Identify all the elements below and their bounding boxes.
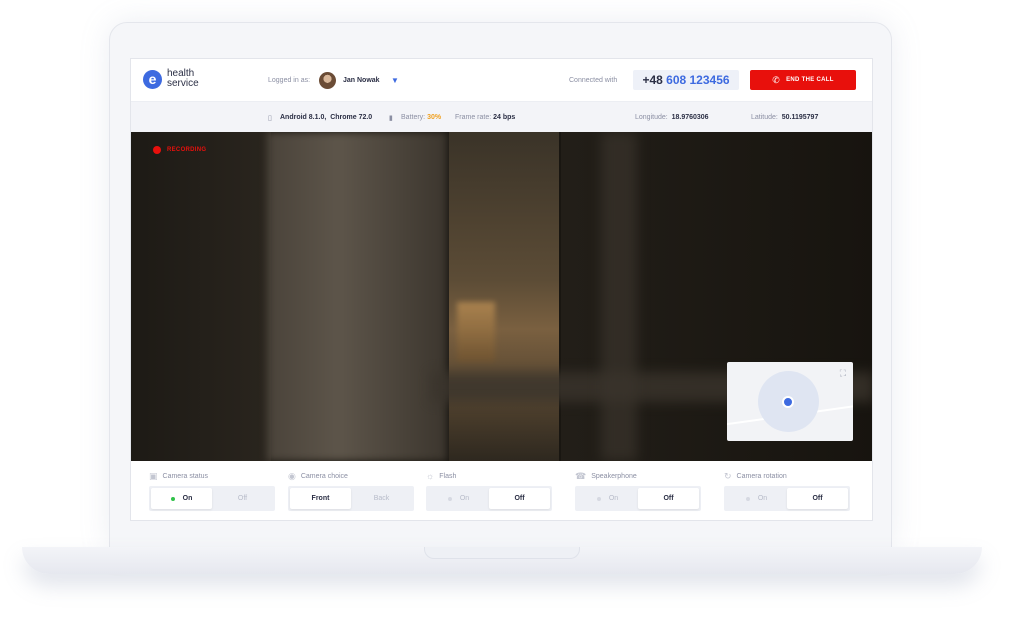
latitude-value: 50.1195797 xyxy=(781,114,819,121)
video-dark-left xyxy=(131,132,271,461)
camera-status-on-option[interactable]: On xyxy=(151,488,212,509)
camera-status-toggle: On Off xyxy=(149,486,275,511)
logged-in-label: Logged in as: xyxy=(268,77,311,84)
control-label-text: Speakerphone xyxy=(591,473,637,480)
option-label: Off xyxy=(663,495,674,502)
status-led xyxy=(745,496,750,501)
connected-with-label: Connected with xyxy=(569,77,618,84)
logo-line-2: service xyxy=(167,78,199,89)
flash-toggle: On Off xyxy=(426,486,552,511)
video-feed[interactable]: RECORDING ⛶ xyxy=(131,132,872,461)
logo-text: health service xyxy=(167,69,199,89)
video-blur-pillar xyxy=(267,132,447,461)
chevron-down-icon[interactable]: ▼ xyxy=(391,76,399,85)
camera-icon: ▣ xyxy=(149,471,158,481)
phone-prefix: +48 xyxy=(642,73,663,87)
logo[interactable]: e health service xyxy=(143,69,199,89)
device-info-bar: ▯ Android 8.1.0, Chrome 72.0 ▮ Battery: … xyxy=(131,102,872,132)
option-label: On xyxy=(182,495,193,502)
option-label: Back xyxy=(373,495,390,502)
option-label: Off xyxy=(812,495,823,502)
control-label: ◉ Camera choice xyxy=(288,471,348,482)
camera-switch-icon: ◉ xyxy=(288,471,296,481)
control-label-text: Camera choice xyxy=(300,473,348,480)
camera-controls: ▣ Camera status On Off ◉ Camera choice F… xyxy=(131,461,872,520)
location-pin-icon xyxy=(782,396,794,408)
phone-hangup-icon: ✆ xyxy=(772,74,781,85)
status-led xyxy=(596,496,601,501)
avatar[interactable] xyxy=(319,72,336,89)
logo-icon: e xyxy=(143,69,162,89)
longitude-value: 18.9760306 xyxy=(671,114,709,121)
laptop-notch xyxy=(424,547,580,559)
speaker-icon: ☎ xyxy=(575,471,587,481)
user-name[interactable]: Jan Nowak xyxy=(343,77,380,84)
battery-icon: ▮ xyxy=(389,115,393,122)
laptop-mockup: e health service Logged in as: Jan Nowak… xyxy=(0,0,1024,617)
speakerphone-toggle: On Off xyxy=(575,486,701,511)
device-icon: ▯ xyxy=(268,115,272,122)
camera-choice-toggle: Front Back xyxy=(288,486,414,511)
flash-icon: ☼ xyxy=(426,471,435,481)
device-info: Android 8.1.0, Chrome 72.0 xyxy=(280,114,372,121)
option-label: On xyxy=(459,495,470,502)
camera-rotation-off-option[interactable]: Off xyxy=(787,488,848,509)
latitude-info: Latitude: 50.1195797 xyxy=(751,114,818,121)
control-label: ☼ Flash xyxy=(426,471,456,481)
app-screen: e health service Logged in as: Jan Nowak… xyxy=(130,58,873,521)
expand-icon[interactable]: ⛶ xyxy=(840,368,846,379)
end-call-button[interactable]: ✆ END THE CALL xyxy=(750,70,856,90)
camera-status-off-option[interactable]: Off xyxy=(212,488,273,509)
control-label-text: Camera status xyxy=(162,473,209,480)
control-label: ☎ Speakerphone xyxy=(575,471,637,482)
longitude-label: Longitude: xyxy=(635,114,668,121)
speakerphone-on-option[interactable]: On xyxy=(577,488,638,509)
longitude-info: Longitude: 18.9760306 xyxy=(635,114,709,121)
battery-info: Battery: 30% xyxy=(401,114,441,121)
battery-value: 30% xyxy=(427,114,442,121)
phone-number: 608 123456 xyxy=(666,73,730,87)
android-version: Android 8.1.0, xyxy=(280,114,327,121)
rotate-icon: ↻ xyxy=(724,471,732,481)
recording-label: RECORDING xyxy=(167,147,207,153)
option-label: Front xyxy=(311,495,330,502)
speakerphone-off-option[interactable]: Off xyxy=(638,488,699,509)
camera-back-option[interactable]: Back xyxy=(351,488,412,509)
app-header: e health service Logged in as: Jan Nowak… xyxy=(131,59,872,102)
frame-rate-label: Frame rate: xyxy=(455,114,492,121)
option-label: Off xyxy=(237,495,248,502)
control-label-text: Camera rotation xyxy=(736,473,787,480)
flash-off-option[interactable]: Off xyxy=(489,488,550,509)
option-label: Off xyxy=(514,495,525,502)
control-label-text: Flash xyxy=(439,472,457,480)
camera-rotation-on-option[interactable]: On xyxy=(726,488,787,509)
frame-rate-info: Frame rate: 24 bps xyxy=(455,114,515,121)
video-window-bar-v xyxy=(601,132,637,461)
option-label: On xyxy=(608,495,619,502)
control-label: ↻ Camera rotation xyxy=(724,471,787,482)
camera-front-option[interactable]: Front xyxy=(290,488,351,509)
recording-dot-icon xyxy=(153,146,161,154)
end-call-label: END THE CALL xyxy=(786,77,834,83)
video-light-patch xyxy=(457,302,495,362)
option-label: On xyxy=(757,495,768,502)
battery-label: Battery: xyxy=(401,114,426,121)
status-led xyxy=(170,496,175,501)
video-doorway xyxy=(449,132,559,461)
control-label: ▣ Camera status xyxy=(149,471,208,482)
phone-number-display: +48 608 123456 xyxy=(633,70,739,90)
flash-on-option[interactable]: On xyxy=(428,488,489,509)
camera-rotation-toggle: On Off xyxy=(724,486,850,511)
recording-indicator: RECORDING xyxy=(153,146,206,154)
status-led xyxy=(447,496,452,501)
latitude-label: Latitude: xyxy=(751,114,778,121)
browser-version: Chrome 72.0 xyxy=(330,114,373,121)
location-minimap[interactable]: ⛶ xyxy=(727,362,853,441)
frame-rate-value: 24 bps xyxy=(493,114,516,121)
